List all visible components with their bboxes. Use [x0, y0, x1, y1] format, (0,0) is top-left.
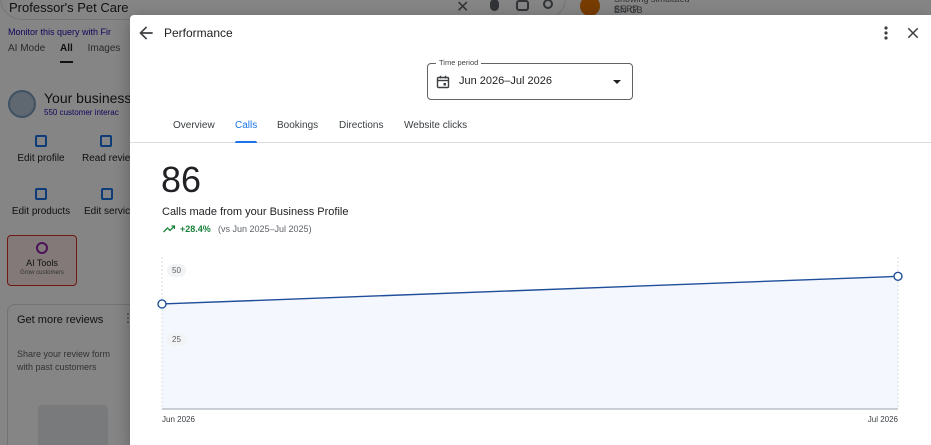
tab-website-clicks[interactable]: Website clicks [404, 120, 467, 131]
x-tick-label: Jul 2026 [867, 415, 898, 424]
tab-calls[interactable]: Calls [235, 120, 258, 143]
chart-area [162, 276, 898, 409]
calendar-icon [436, 75, 450, 89]
chevron-down-icon [613, 80, 621, 84]
back-arrow-icon[interactable] [136, 23, 156, 43]
calls-chart-svg [157, 257, 903, 410]
tab-overview[interactable]: Overview [173, 120, 215, 131]
time-period-value: Jun 2026–Jul 2026 [459, 75, 552, 87]
close-icon[interactable] [904, 24, 922, 42]
time-period-legend: Time period [436, 58, 482, 67]
performance-dialog: Performance Time period Jun 2026–Jul 202… [130, 15, 931, 445]
metric-value: 86 [161, 159, 202, 200]
calls-chart: 25 50 Jun 2026 Jul 2026 [130, 245, 931, 445]
dialog-title: Performance [164, 26, 233, 40]
tab-bookings[interactable]: Bookings [277, 120, 318, 131]
y-tick-label: 50 [167, 263, 186, 277]
tab-directions[interactable]: Directions [339, 120, 383, 131]
trending-up-icon [163, 225, 175, 233]
more-vert-icon[interactable] [878, 24, 894, 42]
chart-point [157, 299, 167, 309]
chart-point [893, 271, 903, 282]
metric-label: Calls made from your Business Profile [162, 206, 349, 218]
y-tick-label: 25 [167, 332, 186, 346]
metric-tabs: Overview Calls Bookings Directions Websi… [130, 110, 931, 143]
metric-comparison: (vs Jun 2025–Jul 2025) [218, 224, 312, 234]
time-period-select[interactable]: Time period Jun 2026–Jul 2026 [427, 58, 633, 100]
x-tick-label: Jun 2026 [162, 415, 195, 424]
metric-change: +28.4% [180, 224, 211, 234]
